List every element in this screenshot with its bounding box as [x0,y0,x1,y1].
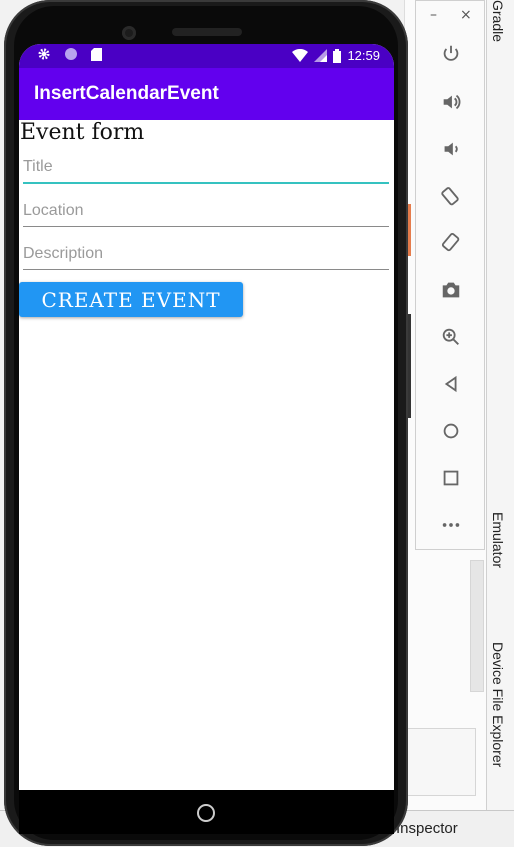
app-bar: InsertCalendarEvent [19,68,394,120]
ide-scrollbar[interactable] [470,560,484,692]
settings-icon [38,48,50,60]
form-heading: Event form [20,120,145,145]
close-button[interactable]: × [460,7,472,23]
wifi-icon [292,49,309,62]
home-button[interactable] [436,416,466,446]
overview-icon [443,470,459,486]
rotate-left-button[interactable] [436,181,466,211]
location-input[interactable] [23,196,389,227]
power-icon [443,45,459,61]
notification-dot-icon [65,48,77,60]
battery-icon [333,48,342,63]
overview-button[interactable] [436,463,466,493]
camera-icon [442,282,460,298]
power-button[interactable] [436,39,466,69]
volume-down-button[interactable] [436,134,466,164]
status-bar: 12:59 [19,44,394,68]
minimize-button[interactable]: – [430,7,437,23]
gradle-tab[interactable]: Gradle [490,0,506,42]
device-screen: 12:59 InsertCalendarEvent Event form CRE… [19,44,394,790]
emulator-tab[interactable]: Emulator [490,512,506,568]
ide-panel-box [396,728,476,796]
back-icon [444,375,457,393]
speaker-grille [172,28,242,36]
zoom-button[interactable] [436,322,466,352]
back-button[interactable] [436,369,466,399]
inspector-tab[interactable]: Inspector [396,820,458,837]
cell-signal-icon [314,49,328,62]
zoom-in-icon [442,328,459,345]
nav-home-icon[interactable] [197,804,215,822]
more-button[interactable] [436,510,466,540]
sd-card-icon [91,47,102,61]
volume-up-button[interactable] [436,87,466,117]
home-icon [443,423,459,439]
title-input[interactable] [23,152,389,184]
navigation-bar [19,790,394,834]
app-title: InsertCalendarEvent [34,83,219,104]
rotate-right-icon [441,232,460,252]
rotate-left-icon [441,187,459,206]
volume-down-icon [444,142,458,156]
screenshot-button[interactable] [436,275,466,305]
front-camera-icon [122,26,136,40]
more-icon [442,523,460,527]
description-input[interactable] [23,239,389,270]
emulator-toolbar: – × [415,0,485,550]
volume-up-icon [443,94,461,110]
create-event-button[interactable]: CREATE EVENT [19,282,243,317]
rotate-right-button[interactable] [436,228,466,258]
device-file-explorer-tab[interactable]: Device File Explorer [490,642,506,767]
status-time: 12:59 [347,48,380,63]
